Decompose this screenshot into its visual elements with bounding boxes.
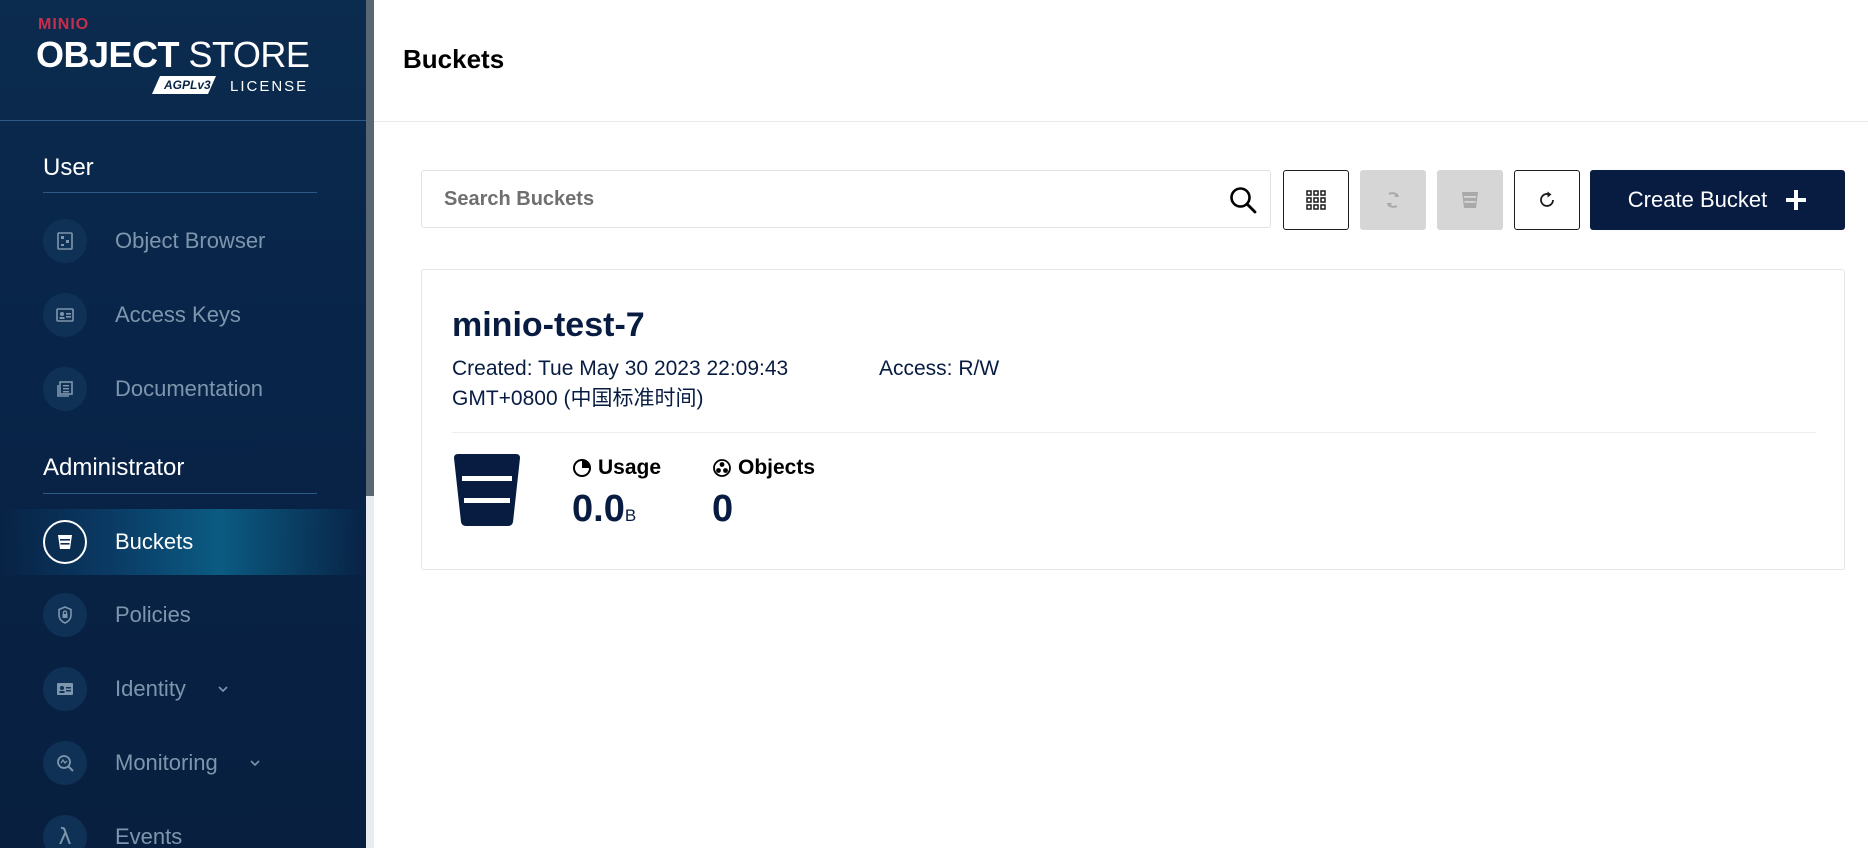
create-bucket-label: Create Bucket — [1627, 187, 1768, 212]
documentation-icon — [43, 367, 87, 411]
chevron-down-icon[interactable] — [212, 678, 234, 700]
object-browser-icon — [43, 219, 87, 263]
sidebar-scrollbar[interactable] — [366, 0, 374, 848]
brand-divider — [0, 120, 366, 121]
sidebar-scrollbar-thumb[interactable] — [366, 0, 374, 496]
sidebar-item-access-keys[interactable]: Access Keys — [0, 282, 366, 348]
usage-label-row: Usage — [572, 456, 661, 480]
sidebar-item-label: Monitoring — [115, 750, 218, 775]
refresh-icon — [1540, 191, 1554, 207]
sidebar-item-policies[interactable]: Policies — [0, 582, 366, 648]
objects-label: Objects — [738, 456, 816, 479]
plus-icon — [1786, 190, 1807, 210]
sidebar-item-monitoring[interactable]: Monitoring — [0, 730, 366, 796]
create-bucket-button[interactable]: Create Bucket — [1590, 170, 1845, 230]
objects-label-row: Objects — [712, 456, 815, 480]
brand-product-light: STORE — [188, 34, 310, 75]
sidebar-item-documentation[interactable]: Documentation — [0, 356, 366, 422]
refresh-button[interactable] — [1514, 170, 1580, 230]
usage-unit: B — [624, 506, 637, 525]
sidebar-item-buckets[interactable]: Buckets — [0, 509, 366, 575]
bucket-created: Created: Tue May 30 2023 22:09:43 GMT+08… — [452, 357, 789, 410]
sidebar-item-label: Object Browser — [115, 228, 266, 253]
bucket-icon — [43, 520, 87, 564]
bucket-icon — [454, 454, 520, 526]
sidebar-item-label: Identity — [115, 676, 186, 701]
brand-license: LICENSE — [230, 78, 309, 95]
svg-text:AGPLv3: AGPLv3 — [163, 78, 211, 92]
sidebar-item-events[interactable]: λ Events — [0, 804, 366, 848]
pie-chart-icon — [573, 459, 591, 477]
bucket-lifecycle-icon — [1462, 192, 1478, 208]
access-keys-icon — [43, 293, 87, 337]
policies-icon — [43, 593, 87, 637]
sidebar-item-label: Buckets — [115, 529, 194, 554]
search-icon[interactable] — [1228, 185, 1258, 215]
search-bar — [421, 170, 1271, 228]
agpl-badge-icon: AGPLv3 — [152, 76, 216, 94]
replication-icon — [1387, 192, 1399, 208]
objects-icon — [713, 459, 731, 477]
objects-metric: Objects 0 — [712, 456, 815, 531]
usage-value: 0.0B — [572, 488, 661, 531]
search-input[interactable] — [444, 171, 1214, 227]
sidebar-item-label: Policies — [115, 602, 191, 627]
sidebar-item-object-browser[interactable]: Object Browser — [0, 208, 366, 274]
monitoring-icon — [43, 741, 87, 785]
sidebar-item-label: Documentation — [115, 376, 263, 401]
brand-product-bold: OBJECT — [36, 34, 180, 75]
lambda-icon: λ — [43, 815, 87, 848]
page-title: Buckets — [403, 44, 505, 74]
usage-label: Usage — [598, 456, 662, 479]
bucket-card[interactable]: minio-test-7 Created: Tue May 30 2023 22… — [421, 269, 1845, 570]
grid-icon — [1306, 190, 1326, 210]
usage-metric: Usage 0.0B — [572, 456, 661, 531]
brand-product: OBJECT STORE — [36, 34, 310, 76]
bucket-access: Access: R/W — [879, 357, 1000, 380]
sidebar-item-identity[interactable]: Identity — [0, 656, 366, 722]
section-divider-administrator — [43, 493, 317, 494]
sidebar: MINIO OBJECT STORE AGPLv3 LICENSE User O… — [0, 0, 366, 848]
brand-company: MINIO — [38, 16, 90, 33]
chevron-down-icon[interactable] — [244, 752, 266, 774]
page-header: Buckets — [374, 0, 1868, 122]
section-title-administrator: Administrator — [43, 454, 185, 481]
sidebar-item-label: Access Keys — [115, 302, 241, 327]
sidebar-item-label: Events — [115, 824, 183, 848]
bucket-card-divider — [452, 432, 1816, 433]
replication-button[interactable] — [1360, 170, 1426, 230]
usage-number: 0.0 — [572, 488, 625, 530]
section-divider-user — [43, 192, 317, 193]
grid-view-button[interactable] — [1283, 170, 1349, 230]
brand-logo[interactable]: MINIO OBJECT STORE AGPLv3 LICENSE — [36, 16, 312, 100]
identity-icon — [43, 667, 87, 711]
objects-value: 0 — [712, 488, 734, 530]
lifecycle-button[interactable] — [1437, 170, 1503, 230]
section-title-user: User — [43, 154, 94, 181]
bucket-name[interactable]: minio-test-7 — [452, 306, 645, 345]
